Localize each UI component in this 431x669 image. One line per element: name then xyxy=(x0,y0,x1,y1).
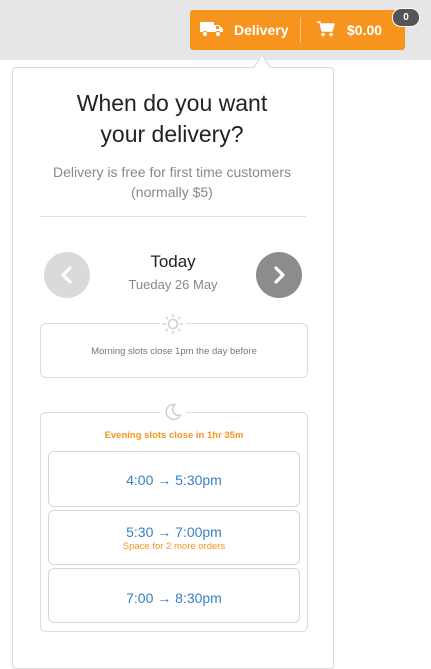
slot-time: 7:00 → 8:30pm xyxy=(126,590,222,606)
next-day-button[interactable] xyxy=(256,252,302,298)
time-slot[interactable]: 4:00 → 5:30pm xyxy=(48,451,300,507)
time-slot[interactable]: 7:00 → 8:30pm xyxy=(48,568,300,623)
order-summary-pill: Delivery $0.00 xyxy=(190,10,405,50)
panel-title: When do you want your delivery? xyxy=(12,88,332,150)
panel-caret-fill xyxy=(254,56,270,68)
morning-slots-note: Morning slots close 1pm the day before xyxy=(91,346,257,357)
cart-count-badge: 0 xyxy=(392,8,420,27)
slot-time: 4:00 → 5:30pm xyxy=(126,472,222,488)
chevron-left-icon xyxy=(61,266,72,284)
subtitle-line-1: Delivery is free for first time customer… xyxy=(52,164,292,180)
day-date: Tueday 26 May xyxy=(128,277,218,292)
cart-icon xyxy=(317,20,335,40)
panel-title-line-2: your delivery? xyxy=(100,121,244,147)
cart-button[interactable]: $0.00 xyxy=(301,10,382,50)
panel-title-line-1: When do you want xyxy=(76,90,268,116)
cart-total: $0.00 xyxy=(347,22,383,38)
sun-icon xyxy=(160,313,186,335)
subtitle-line-2: (normally $5) xyxy=(131,184,213,200)
delivery-label: Delivery xyxy=(234,22,289,38)
delivery-truck-icon xyxy=(200,21,224,40)
chevron-right-icon xyxy=(274,266,285,284)
moon-icon xyxy=(160,401,186,423)
delivery-button[interactable]: Delivery xyxy=(190,10,300,50)
slot-time: 5:30 → 7:00pm xyxy=(126,524,222,540)
previous-day-button[interactable] xyxy=(44,252,90,298)
slot-availability-note: Space for 2 more orders xyxy=(122,541,226,552)
panel-subtitle: Delivery is free for first time customer… xyxy=(12,162,332,202)
day-name: Today xyxy=(150,252,196,271)
divider xyxy=(40,216,306,217)
time-slot[interactable]: 5:30 → 7:00pm Space for 2 more orders xyxy=(48,510,300,565)
evening-slots-note: Evening slots close in 1hr 35m xyxy=(104,430,244,441)
